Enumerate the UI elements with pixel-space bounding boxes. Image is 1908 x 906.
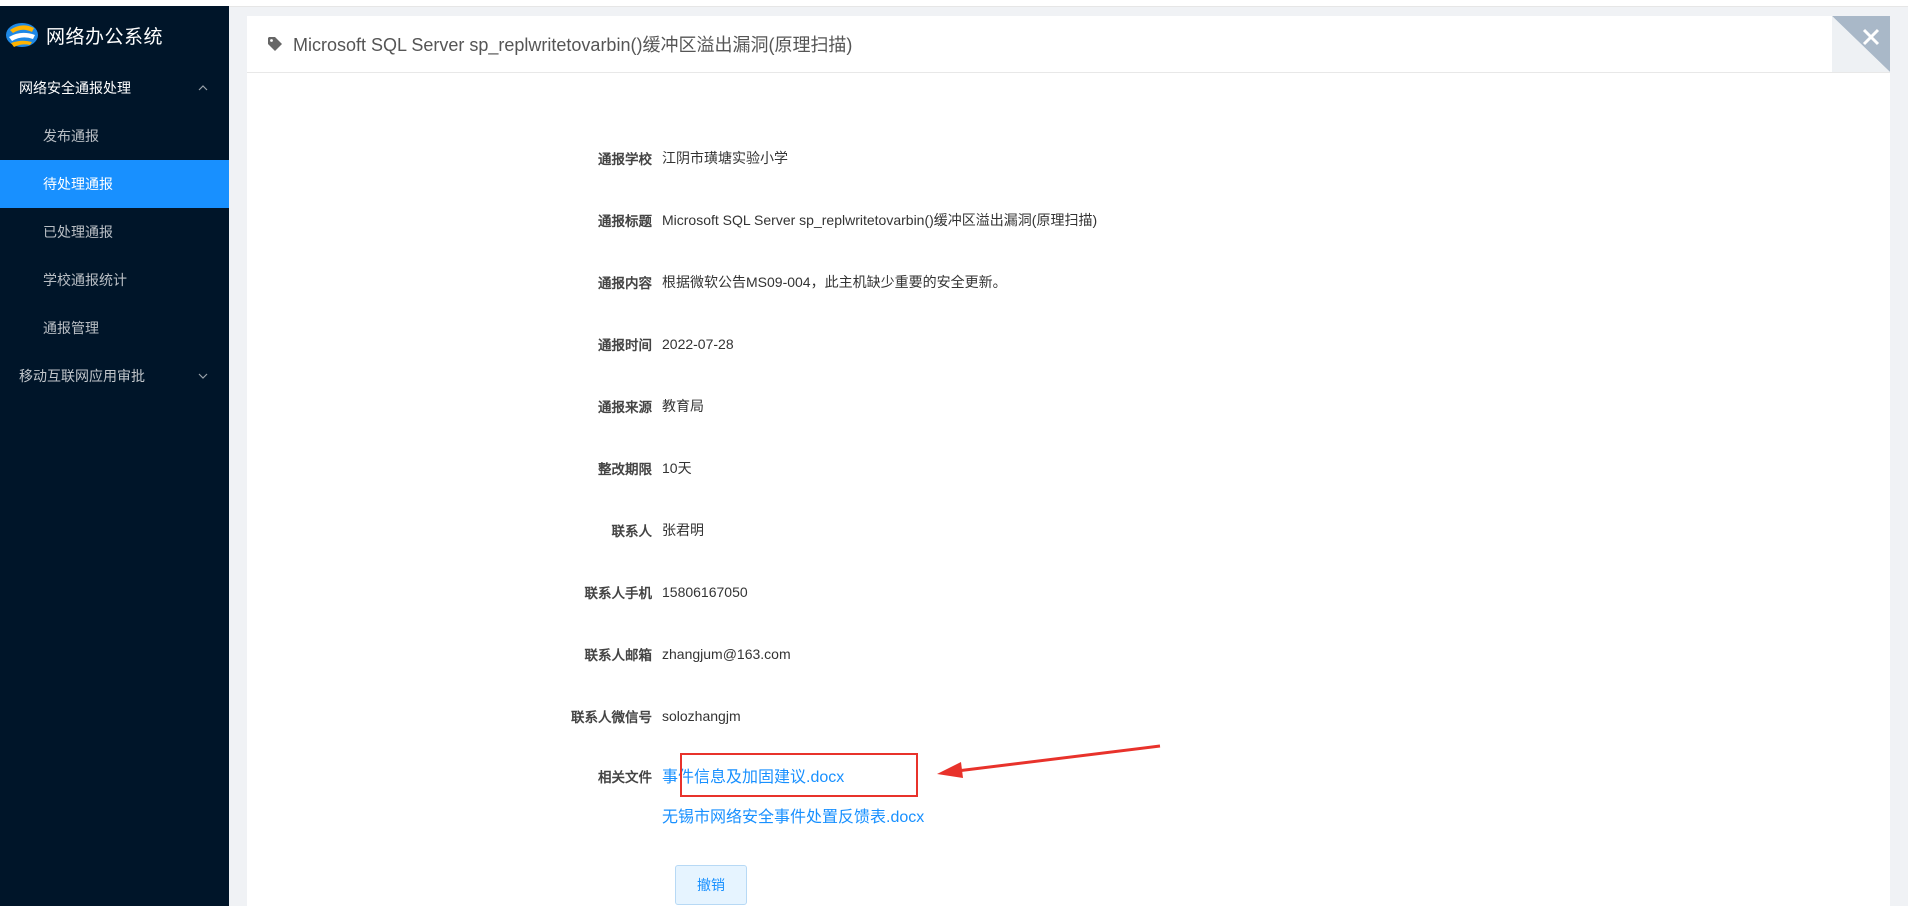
cancel-button[interactable]: 撤销 bbox=[675, 865, 747, 905]
panel-header: Microsoft SQL Server sp_replwritetovarbi… bbox=[247, 16, 1890, 73]
field-label: 通报学校 bbox=[598, 152, 652, 167]
field-label: 通报时间 bbox=[598, 338, 652, 353]
sidebar-item-pending[interactable]: 待处理通报 bbox=[0, 160, 229, 208]
field-label: 联系人手机 bbox=[584, 586, 653, 601]
field-wechat: 联系人微信号 solozhangjm bbox=[247, 704, 741, 728]
file-link[interactable]: 无锡市网络安全事件处置反馈表.docx bbox=[662, 806, 924, 830]
chevron-up-icon bbox=[198, 85, 208, 91]
menu-group-mobile-app[interactable]: 移动互联网应用审批 bbox=[0, 352, 229, 400]
field-label: 联系人 bbox=[611, 524, 653, 539]
field-value: 张君明 bbox=[662, 522, 704, 538]
chevron-down-icon bbox=[198, 373, 208, 379]
sidebar-menu: 网络安全通报处理 发布通报 待处理通报 已处理通报 学校通报统计 通报管理 移动… bbox=[0, 64, 229, 400]
sidebar-item-school-stats[interactable]: 学校通报统计 bbox=[0, 256, 229, 304]
sidebar-item-processed[interactable]: 已处理通报 bbox=[0, 208, 229, 256]
field-label: 相关文件 bbox=[598, 770, 652, 785]
field-source: 通报来源 教育局 bbox=[247, 394, 704, 418]
app-title: 网络办公系统 bbox=[46, 26, 164, 48]
annotation-arrow bbox=[937, 744, 1161, 778]
field-label: 联系人邮箱 bbox=[584, 648, 653, 663]
field-value: solozhangjm bbox=[662, 708, 741, 724]
menu-group-label: 移动互联网应用审批 bbox=[19, 368, 145, 384]
top-strip bbox=[0, 0, 1908, 7]
field-content: 通报内容 根据微软公告MS09-004，此主机缺少重要的安全更新。 bbox=[247, 270, 1007, 294]
field-time: 通报时间 2022-07-28 bbox=[247, 332, 734, 356]
sidebar-item-publish[interactable]: 发布通报 bbox=[0, 112, 229, 160]
field-label: 通报来源 bbox=[598, 400, 652, 415]
field-value: Microsoft SQL Server sp_replwritetovarbi… bbox=[662, 212, 1098, 228]
tag-icon bbox=[268, 37, 282, 51]
field-phone: 联系人手机 15806167050 bbox=[247, 580, 748, 604]
logo-icon bbox=[6, 23, 38, 47]
field-value: 15806167050 bbox=[662, 584, 748, 600]
field-label: 联系人微信号 bbox=[571, 710, 652, 725]
field-contact: 联系人 张君明 bbox=[247, 518, 705, 542]
field-deadline: 整改期限 10天 bbox=[247, 456, 692, 480]
field-email: 联系人邮箱 zhangjum@163.com bbox=[247, 642, 791, 666]
detail-panel: Microsoft SQL Server sp_replwritetovarbi… bbox=[247, 16, 1890, 906]
field-school: 通报学校 江阴市璜塘实验小学 bbox=[247, 146, 788, 170]
field-value: 教育局 bbox=[662, 398, 704, 414]
field-value: 10天 bbox=[662, 460, 692, 476]
field-label: 通报内容 bbox=[598, 276, 652, 291]
field-value: 根据微软公告MS09-004，此主机缺少重要的安全更新。 bbox=[662, 274, 1007, 290]
sidebar-item-manage[interactable]: 通报管理 bbox=[0, 304, 229, 352]
close-icon[interactable] bbox=[1832, 16, 1890, 72]
field-value: 江阴市璜塘实验小学 bbox=[662, 150, 788, 166]
annotation-highlight-box bbox=[680, 753, 918, 797]
menu-group-label: 网络安全通报处理 bbox=[19, 80, 131, 96]
sidebar: 网络办公系统 网络安全通报处理 发布通报 待处理通报 已处理通报 学校通报统计 … bbox=[0, 6, 229, 906]
brand: 网络办公系统 bbox=[0, 6, 229, 64]
menu-group-network-security[interactable]: 网络安全通报处理 bbox=[0, 64, 229, 112]
field-label: 整改期限 bbox=[598, 462, 652, 477]
field-value: 2022-07-28 bbox=[662, 336, 734, 352]
field-value: zhangjum@163.com bbox=[662, 646, 791, 662]
field-label: 通报标题 bbox=[598, 214, 652, 229]
field-title: 通报标题 Microsoft SQL Server sp_replwriteto… bbox=[247, 208, 1097, 232]
panel-title: Microsoft SQL Server sp_replwritetovarbi… bbox=[293, 35, 853, 55]
